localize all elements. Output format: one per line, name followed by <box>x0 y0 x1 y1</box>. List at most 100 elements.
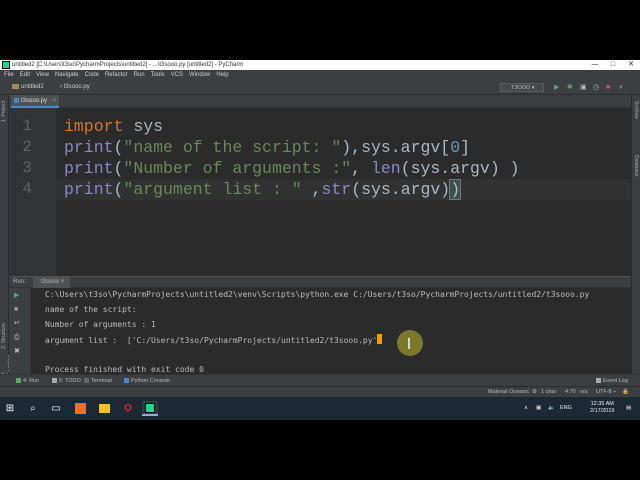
menu-tools[interactable]: Tools <box>151 70 165 80</box>
terminal-tool-label: Terminal <box>91 378 112 384</box>
stop-icon[interactable]: ■ <box>14 306 18 314</box>
menu-edit[interactable]: Edit <box>20 70 30 80</box>
console-line-text: argument list : ['C:/Users/t3so/PycharmP… <box>45 336 378 345</box>
volume-icon[interactable]: 🔈 <box>548 397 555 420</box>
structure-tool-tab[interactable]: 2: Structure <box>1 323 7 349</box>
menu-view[interactable]: View <box>36 70 49 80</box>
run-configuration-select[interactable]: T3OOO ▾ <box>500 83 544 92</box>
menu-code[interactable]: Code <box>85 70 99 80</box>
python-file-icon <box>14 98 19 103</box>
maximize-button[interactable]: □ <box>604 60 622 70</box>
coverage-icon[interactable]: ▣ <box>580 83 587 92</box>
code-token: "name of the script: " <box>123 138 342 157</box>
code-line: import sys <box>64 116 163 137</box>
event-log-tool-icon <box>596 378 601 384</box>
file-explorer-icon[interactable] <box>96 401 112 416</box>
code-token: print <box>64 180 114 199</box>
line-number: 1 <box>22 117 32 135</box>
close-button[interactable]: ✕ <box>622 60 640 70</box>
debug-icon[interactable]: ✱ <box>567 83 573 92</box>
todo-tool-icon <box>52 378 57 384</box>
line-number: 2 <box>22 138 32 156</box>
menu-navigate[interactable]: Navigate <box>55 70 79 80</box>
code-token: ( <box>113 180 124 199</box>
input-language[interactable]: ENG <box>560 397 572 420</box>
console-line: Process finished with exit code 0 <box>45 365 204 374</box>
run-tab[interactable]: t3sooo × <box>33 277 71 288</box>
run-icon[interactable]: ▶ <box>554 83 559 92</box>
tab-close-icon[interactable]: × <box>52 95 56 107</box>
code-token: print <box>64 138 114 157</box>
editor-tab-label: t3sooo.py <box>21 98 48 104</box>
stop-icon[interactable]: ■ <box>606 83 610 92</box>
system-clock[interactable]: 12:35 AM 2/17/2019 <box>590 401 614 415</box>
sciview-tool-tab[interactable]: SciView <box>633 101 639 119</box>
navigation-bar: untitled2 › t3sooo.py T3OOO ▾ ▶ ✱ ▣ ◷ ■ … <box>0 80 640 95</box>
menu-run[interactable]: Run <box>134 70 145 80</box>
network-icon[interactable]: ▦ <box>536 397 541 420</box>
notification-icon[interactable]: ▤ <box>626 397 631 420</box>
sublime-app-tile <box>74 403 86 414</box>
code-token: , <box>351 159 371 178</box>
menu-help[interactable]: Help <box>216 70 228 80</box>
code-token: , <box>301 180 322 199</box>
windows-start-icon[interactable]: ⊞ <box>2 401 18 416</box>
code-token: "Number of arguments :" <box>123 159 352 178</box>
run-tool-label: 4: Run <box>23 378 40 384</box>
run-config-label: T3OOO <box>511 85 531 91</box>
mouse-highlight <box>397 330 423 356</box>
profile-icon[interactable]: ◷ <box>593 83 599 92</box>
editor-tab[interactable]: t3sooo.py × <box>11 95 59 108</box>
code-token: (sys.argv) <box>351 180 451 199</box>
minimize-button[interactable]: — <box>586 60 604 70</box>
text-caret <box>377 334 383 344</box>
search-icon[interactable]: ⌕ <box>25 401 41 416</box>
pycharm-taskbar-icon[interactable] <box>142 401 158 416</box>
todo-tool-label: 6: TODO <box>59 378 81 384</box>
print-icon[interactable]: ⎙ <box>14 334 20 342</box>
code-token: str <box>321 180 352 199</box>
console-line: Number of arguments : 1 <box>45 320 156 329</box>
menu-window[interactable]: Window <box>189 70 210 80</box>
python-console-tool-label: Python Console <box>131 378 170 384</box>
trash-icon[interactable]: ✖ <box>14 348 20 356</box>
line-number: 3 <box>22 159 32 177</box>
task-view-icon[interactable]: ▭ <box>48 401 64 416</box>
run-tool-icon <box>16 378 21 384</box>
code-line: print("argument list : " ,str(sys.argv)) <box>64 179 462 200</box>
rerun-icon[interactable]: ▶ <box>14 292 19 300</box>
code-token: import <box>64 117 124 136</box>
breadcrumb-project[interactable]: untitled2 <box>12 80 44 95</box>
menu-refactor[interactable]: Refactor <box>105 70 128 80</box>
terminal-tool-icon <box>84 378 89 384</box>
editor-tab-bar: t3sooo.py × <box>9 95 631 108</box>
code-token: sys <box>123 117 164 136</box>
run-tab-label: t3sooo <box>41 279 60 285</box>
code-token: print <box>64 159 114 178</box>
code-token: ( <box>113 138 124 157</box>
letterbox-top <box>0 0 640 60</box>
letterbox-bottom <box>0 420 640 480</box>
right-tool-strip: SciView Database <box>631 95 640 375</box>
wrap-icon[interactable]: ↵ <box>14 320 20 328</box>
menu-bar: File Edit View Navigate Code Refactor Ru… <box>0 70 640 80</box>
menu-vcs[interactable]: VCS <box>171 70 183 80</box>
project-tool-tab[interactable]: 1: Project <box>1 101 7 122</box>
pycharm-app-icon <box>2 61 10 69</box>
sublime-icon[interactable] <box>72 401 88 416</box>
run-panel-header: Run: t3sooo × <box>9 276 631 288</box>
code-token: ( <box>113 159 124 178</box>
search-everywhere-icon[interactable]: ⌕ <box>619 83 623 92</box>
breadcrumb-file[interactable]: › t3sooo.py <box>60 80 90 95</box>
python-console-tool-icon <box>124 378 129 384</box>
database-tool-tab[interactable]: Database <box>633 155 639 176</box>
console-line: argument list : ['C:/Users/t3so/PycharmP… <box>45 334 383 347</box>
event-log-tool-label: Event Log <box>603 378 628 384</box>
menu-file[interactable]: File <box>4 70 14 80</box>
code-token: (sys.argv) ) <box>400 159 520 178</box>
window-title: untitled2 [C:\Users\t3so\PycharmProjects… <box>12 62 244 68</box>
tray-expand-icon[interactable]: ∧ <box>524 397 528 420</box>
breadcrumb-project-label: untitled2 <box>21 84 44 90</box>
opera-icon[interactable]: O <box>120 401 136 416</box>
run-console[interactable]: C:\Users\t3so\PycharmProjects\untitled2\… <box>31 288 631 374</box>
